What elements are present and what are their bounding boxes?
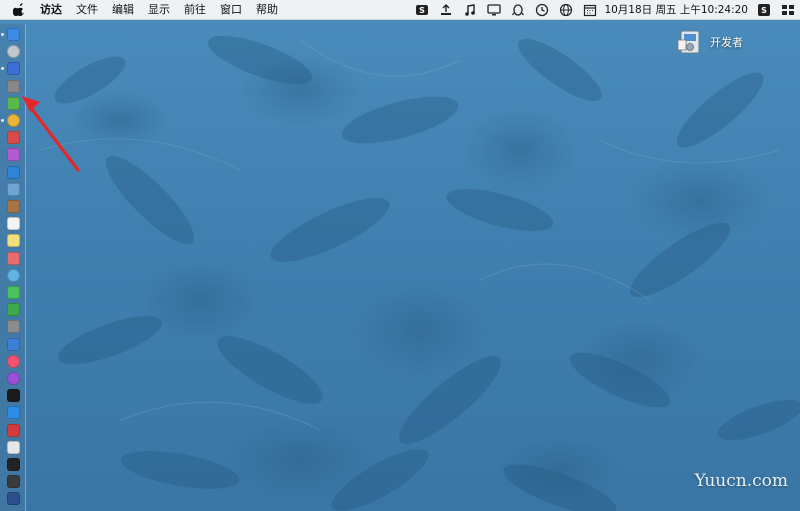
vpn-icon[interactable] — [7, 492, 20, 506]
vivaldi-icon[interactable] — [7, 423, 20, 437]
terminal-icon[interactable] — [7, 458, 20, 471]
launchpad-icon[interactable] — [7, 45, 20, 59]
menu-file[interactable]: 文件 — [76, 0, 98, 20]
notes-icon[interactable] — [7, 234, 20, 248]
menu-go[interactable]: 前往 — [184, 0, 206, 20]
desktop-item-label: 开发者 — [710, 36, 743, 49]
qq-icon[interactable] — [510, 2, 526, 18]
menu-view[interactable]: 显示 — [148, 0, 170, 20]
calendar-icon[interactable] — [7, 217, 20, 231]
apple-menu-icon[interactable] — [12, 3, 26, 17]
music-icon[interactable] — [7, 354, 20, 368]
music-note-icon[interactable] — [462, 2, 478, 18]
watermark-text: Yuucn.com — [694, 471, 788, 491]
clock-icon[interactable] — [534, 2, 550, 18]
running-indicator-dot — [1, 33, 4, 36]
disk-image-icon — [678, 30, 700, 54]
menu-bar: 访达 文件 编辑 显示 前往 窗口 帮助 S 10月18日 周五 上午10:24… — [0, 0, 800, 20]
apple-tv-icon[interactable] — [7, 389, 20, 403]
running-indicator-dot — [1, 67, 4, 71]
facetime-icon[interactable] — [7, 303, 20, 317]
photos-icon[interactable] — [7, 251, 20, 265]
console-icon[interactable] — [7, 475, 20, 489]
desktop-wallpaper — [0, 0, 800, 511]
menu-help[interactable]: 帮助 — [256, 0, 278, 20]
status-area: S 10月18日 周五 上午10:24:20 S — [406, 0, 796, 20]
safari-icon[interactable] — [7, 62, 20, 76]
svg-text:S: S — [761, 6, 767, 15]
svg-text:S: S — [420, 6, 426, 15]
unknown-app-icon[interactable] — [7, 440, 20, 454]
notes-brown-icon[interactable] — [7, 200, 20, 213]
maps-icon[interactable] — [7, 268, 20, 282]
system-settings-icon[interactable] — [7, 320, 20, 334]
desktop-item-developer[interactable]: 开发者 — [678, 28, 743, 56]
finder-icon[interactable] — [7, 28, 20, 41]
upload-icon[interactable] — [438, 2, 454, 18]
globe-icon[interactable] — [558, 2, 574, 18]
menu-finder[interactable]: 访达 — [40, 0, 62, 20]
menu-window[interactable]: 窗口 — [220, 0, 242, 20]
menubar-datetime[interactable]: 10月18日 周五 上午10:24:20 — [604, 2, 748, 17]
menu-edit[interactable]: 编辑 — [112, 0, 134, 20]
preview-icon[interactable] — [7, 182, 20, 196]
messages-icon[interactable] — [7, 286, 20, 299]
sogou-icon[interactable] — [780, 2, 796, 18]
keynote-icon[interactable] — [7, 337, 20, 351]
app-store-icon[interactable] — [7, 406, 20, 420]
wechat-icon[interactable]: S — [756, 2, 772, 18]
monitor-icon[interactable] — [486, 2, 502, 18]
calendar-icon[interactable] — [582, 2, 598, 18]
red-arrow-annotation — [22, 96, 80, 172]
podcasts-icon[interactable] — [7, 372, 20, 385]
running-indicator-dot — [1, 119, 4, 122]
s-app-icon[interactable]: S — [414, 2, 430, 18]
